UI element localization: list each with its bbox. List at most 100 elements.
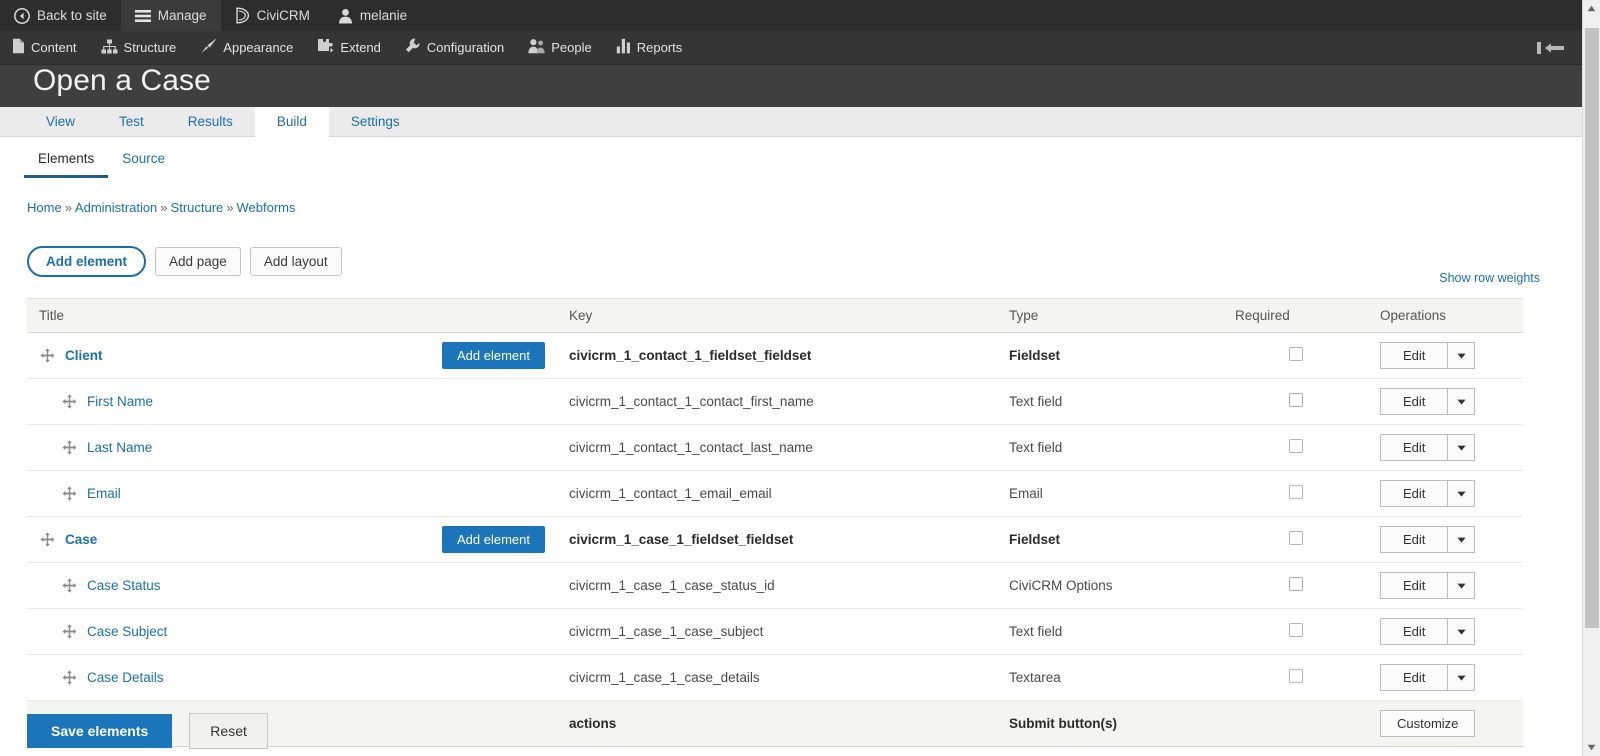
add-layout-button[interactable]: Add layout [249,247,342,276]
tab-results[interactable]: Results [166,107,255,136]
cell-title: Case Details [27,654,557,701]
edit-button[interactable]: Edit [1380,388,1449,415]
chevron-down-icon[interactable] [1448,526,1476,553]
breadcrumb-item-administration[interactable]: Administration [75,200,157,215]
column-header-operations: Operations [1368,298,1523,333]
tab-test[interactable]: Test [97,107,166,136]
element-title-link[interactable]: Case Details [87,670,164,685]
toolbar-tab-civicrm[interactable]: CiviCRM [221,0,324,31]
cell-title: Email [27,470,557,517]
tab-elements[interactable]: Elements [24,151,109,178]
operations-button-group: Edit [1380,434,1476,461]
tray-item-people[interactable]: People [516,31,603,64]
element-type: Text field [1009,624,1063,639]
scrollbar-thumb[interactable] [1585,28,1599,628]
chevron-down-icon[interactable] [1448,342,1476,369]
drag-handle-icon[interactable] [61,669,78,686]
cell-operations: Customize [1368,700,1523,747]
toolbar-tab-user-melanie[interactable]: melanie [324,0,421,31]
element-title-link[interactable]: Email [87,486,121,501]
edit-button[interactable]: Edit [1380,434,1449,461]
drag-handle-icon[interactable] [61,393,78,410]
required-checkbox[interactable] [1288,531,1303,545]
cell-type: Fieldset [997,516,1223,563]
scrollbar-up-arrow-icon[interactable] [1583,0,1600,17]
collapse-toolbar-icon[interactable] [1520,31,1582,64]
column-header-title: Title [27,298,557,333]
edit-button[interactable]: Edit [1380,526,1449,553]
reset-button[interactable]: Reset [189,713,268,749]
edit-button[interactable]: Edit [1380,572,1449,599]
toolbar-tab-back-to-site[interactable]: Back to site [0,0,121,31]
cell-required [1223,378,1368,425]
add-element-button[interactable]: Add element [27,246,147,277]
cell-required [1223,562,1368,609]
chevron-down-icon[interactable] [1448,572,1476,599]
paintbrush-icon [200,38,217,57]
element-type: Textarea [1009,670,1061,685]
edit-button[interactable]: Edit [1380,618,1449,645]
cell-operations: Edit [1368,378,1523,425]
secondary-tab-bar: Elements Source [24,151,179,178]
tray-item-reports[interactable]: Reports [604,31,695,64]
scrollbar-down-arrow-icon[interactable] [1583,739,1600,756]
edit-button[interactable]: Edit [1380,480,1449,507]
element-title-link[interactable]: Last Name [87,440,152,455]
required-checkbox[interactable] [1288,577,1303,591]
chevron-down-icon[interactable] [1448,388,1476,415]
required-checkbox[interactable] [1288,623,1303,637]
tab-view[interactable]: View [24,107,97,136]
element-title-link[interactable]: Case [65,532,97,547]
tray-item-label: Structure [123,40,177,55]
chevron-down-icon[interactable] [1448,480,1476,507]
tray-item-label: Content [31,40,77,55]
page-scrollbar[interactable] [1582,0,1600,756]
tray-item-configuration[interactable]: Configuration [393,31,516,64]
drag-handle-icon[interactable] [61,577,78,594]
tab-source[interactable]: Source [108,151,179,178]
drag-handle-icon[interactable] [61,623,78,640]
element-key: civicrm_1_contact_1_fieldset_fieldset [569,348,812,363]
tab-settings[interactable]: Settings [329,107,422,136]
operations-button-group: Edit [1380,480,1476,507]
toolbar-tab-manage[interactable]: Manage [120,0,221,31]
tab-build[interactable]: Build [254,107,329,137]
civicrm-icon [235,7,250,24]
edit-button[interactable]: Edit [1380,664,1449,691]
edit-button[interactable]: Edit [1380,342,1449,369]
breadcrumb-item-home[interactable]: Home [27,200,62,215]
required-checkbox[interactable] [1288,485,1303,499]
chevron-down-icon[interactable] [1448,434,1476,461]
inline-add-element-button[interactable]: Add element [442,342,545,369]
drag-handle-icon[interactable] [39,531,56,548]
element-title-link[interactable]: Case Status [87,578,161,593]
breadcrumb-item-structure[interactable]: Structure [171,200,224,215]
table-row: Case Subject civicrm_1_case_1_case_subjec… [27,608,1523,655]
required-checkbox[interactable] [1288,347,1303,361]
drag-handle-icon[interactable] [61,485,78,502]
element-title-link[interactable]: Case Subject [87,624,167,639]
form-actions: Save elements Reset [27,713,268,749]
chevron-down-icon[interactable] [1448,618,1476,645]
required-checkbox[interactable] [1288,393,1303,407]
toolbar-tab-label: Manage [157,8,207,23]
chevron-down-icon[interactable] [1448,664,1476,691]
operations-button-group: Edit [1380,618,1476,645]
breadcrumb-item-webforms[interactable]: Webforms [237,200,296,215]
inline-add-element-button[interactable]: Add element [442,526,545,553]
customize-button[interactable]: Customize [1380,710,1476,737]
drag-handle-icon[interactable] [39,347,56,364]
element-key: actions [569,716,617,731]
drag-handle-icon[interactable] [61,439,78,456]
required-checkbox[interactable] [1288,669,1303,683]
tray-item-extend[interactable]: Extend [305,31,392,64]
save-elements-button[interactable]: Save elements [27,714,173,748]
element-title-link[interactable]: First Name [87,394,153,409]
cell-type: CiviCRM Options [997,562,1223,609]
operations-button-group: Edit [1380,526,1476,553]
element-title-link[interactable]: Client [65,348,103,363]
show-row-weights-link[interactable]: Show row weights [1439,271,1540,285]
add-page-button[interactable]: Add page [155,247,241,276]
required-checkbox[interactable] [1288,439,1303,453]
element-key: civicrm_1_contact_1_contact_last_name [569,440,813,455]
